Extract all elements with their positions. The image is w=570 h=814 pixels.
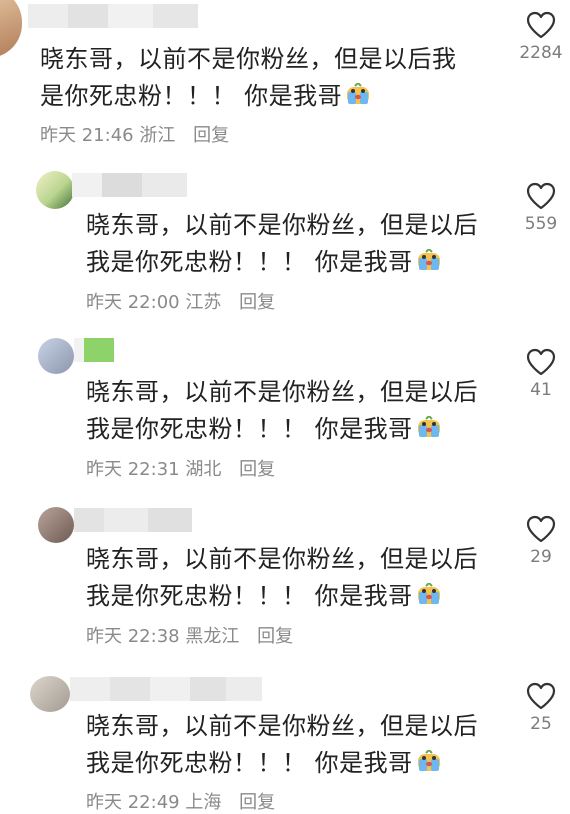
- comment-time: 22:31: [127, 459, 180, 480]
- avatar[interactable]: [38, 507, 74, 543]
- comment-text-line: 晓东哥，以前不是你粉丝，但是以后我: [40, 45, 457, 73]
- heart-icon: [526, 11, 556, 39]
- like-count: 25: [530, 714, 552, 734]
- comment-date: 昨天: [86, 459, 122, 480]
- comment-text-line: 我是你死忠粉！！！ 你是我哥: [86, 411, 506, 448]
- comment-time: 21:46: [81, 125, 134, 146]
- like-button[interactable]: 2284: [511, 11, 570, 63]
- comment-meta: 昨天 22:31 湖北 回复: [86, 455, 275, 481]
- comment-time: 22:38: [127, 626, 180, 647]
- crying-face-icon: [417, 249, 440, 270]
- comment-text-line: 晓东哥，以前不是你粉丝，但是以后: [86, 712, 478, 740]
- comment-text: 晓东哥，以前不是你粉丝，但是以后 我是你死忠粉！！！ 你是我哥: [86, 708, 506, 782]
- comment-text-line: 是你死忠粉！！！ 你是我哥: [40, 78, 500, 115]
- comment-text-line-content: 我是你死忠粉！！！ 你是我哥: [86, 248, 413, 276]
- username-blurred[interactable]: [70, 677, 262, 701]
- like-button[interactable]: 29: [511, 515, 570, 567]
- comment-meta: 昨天 22:38 黑龙江 回复: [86, 622, 293, 648]
- like-count: 41: [530, 380, 552, 400]
- crying-face-icon: [417, 416, 440, 437]
- reply-button[interactable]: 回复: [239, 459, 275, 480]
- comment-location: 浙江: [139, 125, 176, 146]
- comment-text: 晓东哥，以前不是你粉丝，但是以后我 是你死忠粉！！！ 你是我哥: [40, 41, 500, 115]
- avatar[interactable]: [0, 0, 22, 58]
- comment-meta: 昨天 22:49 上海 回复: [86, 788, 275, 814]
- comment-time: 22:00: [127, 292, 180, 313]
- comment-text-line-content: 是你死忠粉！！！ 你是我哥: [40, 82, 343, 110]
- crying-face-icon: [417, 750, 440, 771]
- comment-text-line: 晓东哥，以前不是你粉丝，但是以后: [86, 545, 478, 573]
- like-count: 2284: [519, 43, 563, 63]
- like-count: 559: [524, 214, 558, 234]
- comment-location: 湖北: [185, 459, 222, 480]
- comment-location: 江苏: [185, 292, 222, 313]
- comment-location: 黑龙江: [185, 626, 240, 647]
- comment-text-line: 我是你死忠粉！！！ 你是我哥: [86, 578, 506, 615]
- avatar[interactable]: [30, 676, 70, 712]
- comment-date: 昨天: [86, 626, 122, 647]
- reply-button[interactable]: 回复: [239, 292, 275, 313]
- username-blurred[interactable]: [74, 338, 118, 362]
- like-count: 29: [530, 547, 552, 567]
- username-blurred[interactable]: [74, 508, 192, 532]
- comment-text-line-content: 我是你死忠粉！！！ 你是我哥: [86, 415, 413, 443]
- comment-text-line: 我是你死忠粉！！！ 你是我哥: [86, 244, 506, 281]
- like-button[interactable]: 25: [511, 682, 570, 734]
- username-blurred[interactable]: [28, 4, 198, 28]
- comment-date: 昨天: [40, 125, 76, 146]
- comment-meta: 昨天 21:46 浙江 回复: [40, 121, 229, 147]
- like-button[interactable]: 559: [511, 182, 570, 234]
- like-button[interactable]: 41: [511, 348, 570, 400]
- comment-meta: 昨天 22:00 江苏 回复: [86, 288, 275, 314]
- comment-text-line-content: 我是你死忠粉！！！ 你是我哥: [86, 749, 413, 777]
- heart-icon: [526, 515, 556, 543]
- reply-button[interactable]: 回复: [257, 626, 293, 647]
- comment-text-line: 晓东哥，以前不是你粉丝，但是以后: [86, 378, 478, 406]
- comment-text-line: 晓东哥，以前不是你粉丝，但是以后: [86, 211, 478, 239]
- comment-text: 晓东哥，以前不是你粉丝，但是以后 我是你死忠粉！！！ 你是我哥: [86, 207, 506, 281]
- comment-text-line-content: 我是你死忠粉！！！ 你是我哥: [86, 582, 413, 610]
- comment-text: 晓东哥，以前不是你粉丝，但是以后 我是你死忠粉！！！ 你是我哥: [86, 374, 506, 448]
- comment-text: 晓东哥，以前不是你粉丝，但是以后 我是你死忠粉！！！ 你是我哥: [86, 541, 506, 615]
- heart-icon: [526, 682, 556, 710]
- reply-button[interactable]: 回复: [193, 125, 229, 146]
- username-blurred[interactable]: [72, 173, 187, 197]
- crying-face-icon: [347, 83, 370, 104]
- avatar[interactable]: [38, 338, 74, 374]
- crying-face-icon: [417, 583, 440, 604]
- heart-icon: [526, 348, 556, 376]
- comment-date: 昨天: [86, 292, 122, 313]
- avatar[interactable]: [36, 171, 74, 209]
- comment-text-line: 我是你死忠粉！！！ 你是我哥: [86, 745, 506, 782]
- heart-icon: [526, 182, 556, 210]
